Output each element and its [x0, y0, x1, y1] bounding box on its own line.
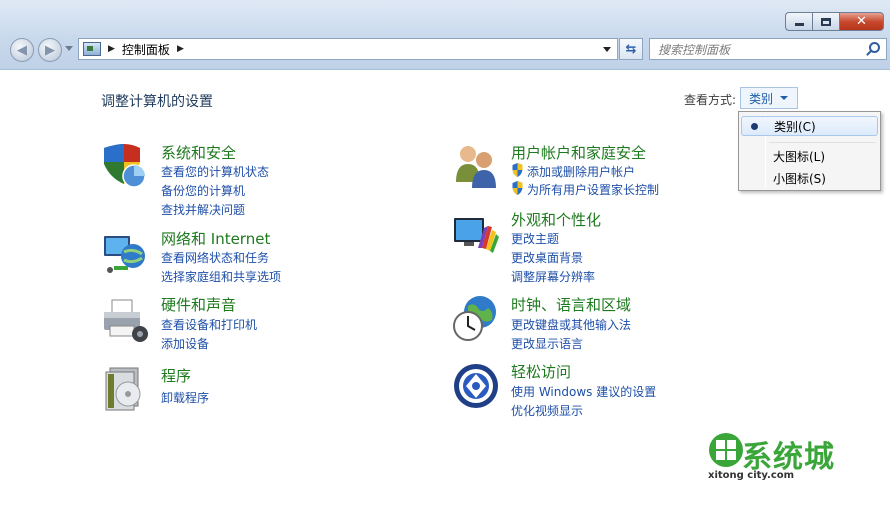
uac-shield-icon	[512, 163, 523, 177]
maximize-button[interactable]	[812, 12, 839, 31]
link-devices-printers[interactable]: 查看设备和打印机	[161, 316, 257, 333]
programs-icon	[105, 367, 141, 411]
link-add-remove-accounts[interactable]: 添加或删除用户帐户	[527, 163, 635, 180]
close-icon: ✕	[856, 14, 867, 29]
view-by-label: 查看方式:	[684, 93, 737, 107]
link-change-theme[interactable]: 更改主题	[511, 230, 559, 247]
view-by-dropdown[interactable]: 类别	[740, 87, 798, 109]
refresh-icon: ⇆	[625, 41, 637, 57]
forward-arrow-icon: ▶	[45, 42, 55, 58]
link-view-computer-status[interactable]: 查看您的计算机状态	[161, 163, 269, 180]
category-network-internet[interactable]: 网络和 Internet	[161, 228, 270, 249]
menu-separator	[769, 142, 876, 143]
forward-button[interactable]: ▶	[38, 38, 62, 62]
maximize-icon	[821, 17, 831, 26]
link-add-device[interactable]: 添加设备	[161, 335, 209, 352]
page-title: 调整计算机的设置	[101, 94, 213, 110]
link-change-keyboard[interactable]: 更改键盘或其他输入法	[511, 316, 631, 333]
category-appearance[interactable]: 外观和个性化	[511, 209, 601, 230]
link-view-network-status[interactable]: 查看网络状态和任务	[161, 249, 269, 266]
address-history-dropdown[interactable]	[603, 47, 611, 52]
chevron-down-icon	[780, 96, 788, 100]
category-system-security[interactable]: 系统和安全	[161, 142, 236, 163]
users-icon	[456, 146, 496, 188]
minimize-button[interactable]	[785, 12, 812, 31]
category-ease-of-access[interactable]: 轻松访问	[511, 361, 571, 382]
link-backup-computer[interactable]: 备份您的计算机	[161, 182, 245, 199]
menu-item-label: 小图标(S)	[773, 171, 826, 186]
refresh-button[interactable]: ⇆	[619, 38, 643, 60]
uac-shield-icon	[512, 181, 523, 195]
link-parental-controls[interactable]: 为所有用户设置家长控制	[527, 181, 659, 198]
menu-item-category[interactable]: 类别(C)	[741, 116, 878, 136]
watermark-subtext: xitong city.com	[708, 470, 795, 481]
link-troubleshoot[interactable]: 查找并解决问题	[161, 201, 245, 218]
category-user-accounts[interactable]: 用户帐户和家庭安全	[511, 142, 646, 163]
link-change-display-language[interactable]: 更改显示语言	[511, 335, 583, 352]
link-change-background[interactable]: 更改桌面背景	[511, 249, 583, 266]
menu-item-small-icons[interactable]: 小图标(S)	[741, 168, 878, 188]
view-by-value: 类别	[749, 91, 774, 106]
link-homegroup-sharing[interactable]: 选择家庭组和共享选项	[161, 268, 281, 285]
menu-item-label: 大图标(L)	[773, 149, 826, 164]
caption-buttons: ✕	[785, 12, 884, 31]
back-button[interactable]: ◀	[10, 38, 34, 62]
control-panel-icon	[83, 42, 101, 56]
appearance-icon	[454, 218, 499, 253]
link-uninstall-program[interactable]: 卸载程序	[161, 389, 209, 406]
link-screen-resolution[interactable]: 调整屏幕分辨率	[511, 268, 595, 285]
category-clock-language-region[interactable]: 时钟、语言和区域	[511, 294, 631, 315]
category-programs[interactable]: 程序	[161, 365, 191, 386]
search-icon[interactable]	[869, 42, 880, 53]
search-input[interactable]	[650, 40, 850, 60]
shield-icon	[104, 144, 146, 188]
link-optimize-video[interactable]: 优化视频显示	[511, 402, 583, 419]
clock-globe-icon	[453, 296, 496, 341]
breadcrumb-separator-icon[interactable]: ▶	[177, 44, 184, 54]
watermark-logo: 系统城 xitong city.com	[704, 428, 864, 488]
link-recommended-settings[interactable]: 使用 Windows 建议的设置	[511, 383, 656, 400]
category-hardware-sound[interactable]: 硬件和声音	[161, 294, 236, 315]
ease-of-access-icon	[454, 364, 498, 408]
address-bar[interactable]: ▶ 控制面板 ▶	[78, 38, 618, 60]
windows-logo-icon	[709, 433, 743, 467]
radio-selected-icon	[751, 123, 758, 130]
minimize-icon	[794, 22, 804, 26]
printer-icon	[104, 299, 148, 342]
control-panel-window: ✕ ◀ ▶ ▶ 控制面板 ▶ ⇆ 调整计算机的设置 查看方式: 类别 系统和安	[0, 0, 890, 507]
back-arrow-icon: ◀	[17, 42, 27, 58]
close-button[interactable]: ✕	[839, 12, 884, 31]
network-icon	[104, 236, 145, 273]
breadcrumb-control-panel[interactable]: 控制面板	[122, 41, 170, 58]
recent-pages-dropdown[interactable]	[65, 46, 73, 51]
search-box[interactable]	[649, 38, 887, 60]
view-by-menu: 类别(C) 大图标(L) 小图标(S)	[738, 111, 881, 191]
breadcrumb-separator-icon[interactable]: ▶	[108, 44, 115, 54]
window-chrome: ✕ ◀ ▶ ▶ 控制面板 ▶ ⇆	[0, 0, 890, 70]
menu-item-label: 类别(C)	[774, 119, 816, 134]
menu-item-large-icons[interactable]: 大图标(L)	[741, 146, 878, 166]
